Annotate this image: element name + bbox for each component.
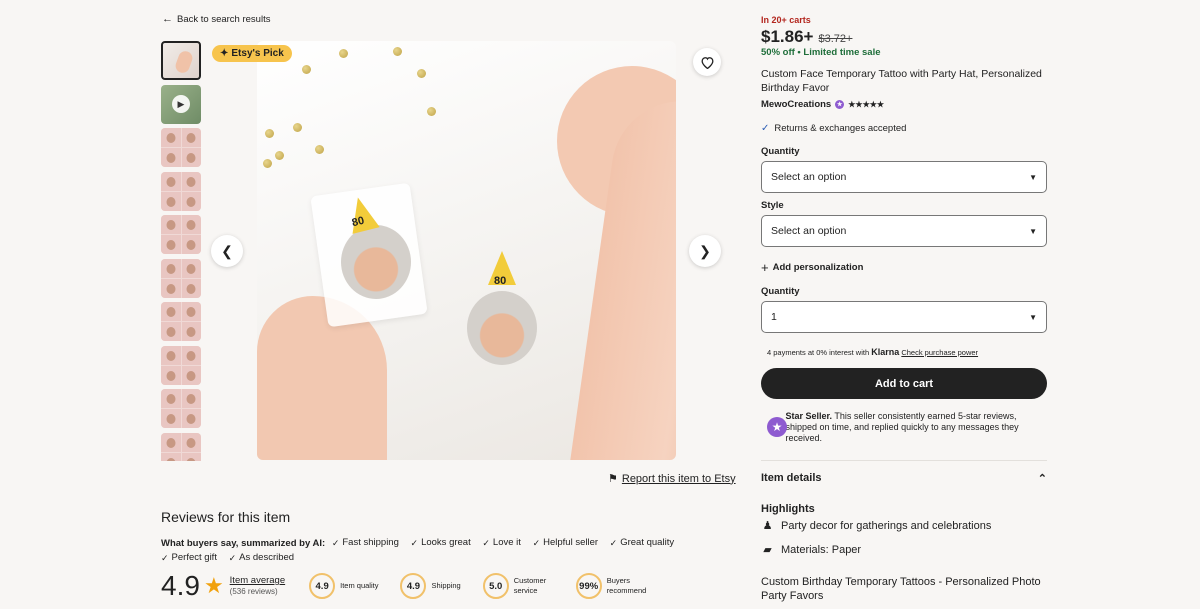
ai-tag: ✓ Love it <box>482 537 521 548</box>
etsys-pick-label: Etsy's Pick <box>231 48 284 59</box>
metric-shipping: 4.9 Shipping <box>400 573 461 599</box>
returns-info: ✓ Returns & exchanges accepted <box>761 123 907 134</box>
check-icon: ✓ <box>331 538 340 548</box>
chevron-up-icon: ⌃ <box>1037 473 1047 485</box>
thumbnail-list: ▶ <box>161 41 201 461</box>
highlight-item: ♟ Party decor for gatherings and celebra… <box>762 519 992 533</box>
add-personalization-button[interactable]: + Add personalization <box>761 260 863 275</box>
thumbnail-image[interactable] <box>161 215 201 254</box>
item-details-toggle[interactable]: Item details ⌃ <box>761 472 1047 485</box>
highlights-title: Highlights <box>761 503 815 515</box>
heart-icon <box>701 56 713 69</box>
caret-down-icon: ▼ <box>1029 226 1037 236</box>
quantity-label: Quantity <box>761 146 800 157</box>
rating-summary: 4.9 ★ Item average (536 reviews) 4.9 Ite… <box>161 568 701 604</box>
chevron-right-icon: ❯ <box>699 242 711 259</box>
ai-tag: ✓ Looks great <box>410 537 471 548</box>
check-icon: ✓ <box>161 553 169 563</box>
check-icon: ✓ <box>532 538 541 548</box>
back-to-search-link[interactable]: ← Back to search results <box>162 13 270 25</box>
chevron-left-icon: ❮ <box>221 242 233 259</box>
thumbnail-video[interactable]: ▶ <box>161 84 201 124</box>
thumbnail-image[interactable] <box>161 171 201 211</box>
sparkle-icon: ✦ <box>220 48 229 59</box>
ai-tag: ✓ Perfect gift <box>161 552 217 563</box>
ai-tag: ✓ Helpful seller <box>532 537 599 548</box>
check-icon: ✓ <box>761 123 770 134</box>
item-average[interactable]: Item average (536 reviews) <box>230 575 285 597</box>
ai-summary-label: What buyers say, summarized by AI: <box>161 538 326 549</box>
etsys-pick-badge: ✦ Etsy's Pick <box>212 45 292 62</box>
favorite-button[interactable] <box>693 48 721 76</box>
thumbnail-image[interactable] <box>161 432 201 461</box>
materials-icon: ▰ <box>763 544 772 556</box>
tattoo-face-image <box>341 225 411 299</box>
arrow-left-icon: ← <box>162 13 173 25</box>
in-carts-label: In 20+ carts <box>761 15 811 25</box>
back-link-label: Back to search results <box>177 13 271 25</box>
metric-buyers-recommend: 99% Buyers recommend <box>575 573 655 599</box>
thumbnail-image[interactable] <box>161 389 201 428</box>
original-price: $3.72+ <box>818 33 853 45</box>
party-decor-icon: ♟ <box>762 520 773 532</box>
quantity-select[interactable]: 1 ▼ <box>761 301 1047 333</box>
caret-down-icon: ▼ <box>1029 312 1037 322</box>
product-description: Custom Birthday Temporary Tattoos - Pers… <box>761 576 1041 602</box>
quantity-label-2: Quantity <box>761 286 800 297</box>
caret-down-icon: ▼ <box>1029 172 1037 182</box>
check-purchase-power-link[interactable]: Check purchase power <box>901 348 978 357</box>
item-average-label: Item average <box>229 575 286 586</box>
play-icon: ▶ <box>172 95 190 113</box>
klarna-info: 4 payments at 0% interest with Klarna Ch… <box>767 347 979 357</box>
thumbnail-image[interactable] <box>161 345 201 385</box>
plus-icon: + <box>761 260 769 275</box>
ai-tag: ✓ Fast shipping <box>331 537 399 548</box>
metric-customer-service: 5.0 Customer service <box>482 573 554 599</box>
seller-name[interactable]: MewoCreations <box>761 99 831 110</box>
metric-item-quality: 4.9 Item quality <box>309 573 378 599</box>
thumbnail-image[interactable] <box>161 302 201 341</box>
seller-rating-stars: ★★★★★ <box>848 100 885 109</box>
check-icon: ✓ <box>228 553 237 563</box>
seller-row[interactable]: MewoCreations ★ ★★★★★ <box>761 99 884 110</box>
ai-tag: ✓ As described <box>228 552 295 563</box>
ai-summary: What buyers say, summarized by AI: ✓ Fast… <box>161 536 701 566</box>
next-image-button[interactable]: ❯ <box>689 235 721 267</box>
check-icon: ✓ <box>410 538 419 548</box>
star-icon: ★ <box>203 573 224 598</box>
ai-tag: ✓ Great quality <box>609 537 675 548</box>
price-row: $1.86+ $3.72+ <box>761 27 852 47</box>
product-title: Custom Face Temporary Tattoo with Party … <box>761 68 1042 94</box>
report-item-link[interactable]: ⚑ Report this item to Etsy <box>608 472 736 486</box>
star-seller-icon: ★ <box>761 417 787 437</box>
add-to-cart-button[interactable]: Add to cart <box>761 368 1047 399</box>
divider <box>761 460 1047 461</box>
flag-icon: ⚑ <box>608 473 618 485</box>
overall-score: 4.9 <box>161 570 200 601</box>
star-seller-badge-icon: ★ <box>835 100 845 109</box>
style-select[interactable]: Select an option ▼ <box>761 215 1047 247</box>
check-icon: ✓ <box>609 538 618 548</box>
price: $1.86+ <box>761 27 814 46</box>
hat-number: 80 <box>494 275 507 287</box>
reviews-title: Reviews for this item <box>161 509 291 525</box>
thumbnail-image[interactable] <box>161 128 201 167</box>
thumbnail-image[interactable] <box>161 258 201 298</box>
star-seller-info: ★ Star Seller. This seller consistently … <box>761 411 1047 444</box>
main-product-image: 80 80 <box>257 41 676 460</box>
klarna-logo: Klarna <box>871 347 900 357</box>
review-count: (536 reviews) <box>229 587 278 596</box>
style-label: Style <box>761 200 784 211</box>
quantity-option-select[interactable]: Select an option ▼ <box>761 161 1047 193</box>
check-icon: ✓ <box>482 538 490 548</box>
report-item-label: Report this item to Etsy <box>621 472 736 485</box>
sale-info: 50% off • Limited time sale <box>761 47 881 58</box>
highlight-item: ▰ Materials: Paper <box>761 543 861 557</box>
thumbnail-image[interactable] <box>161 41 201 80</box>
previous-image-button[interactable]: ❮ <box>211 235 243 267</box>
tattoo-face-image <box>467 291 537 365</box>
